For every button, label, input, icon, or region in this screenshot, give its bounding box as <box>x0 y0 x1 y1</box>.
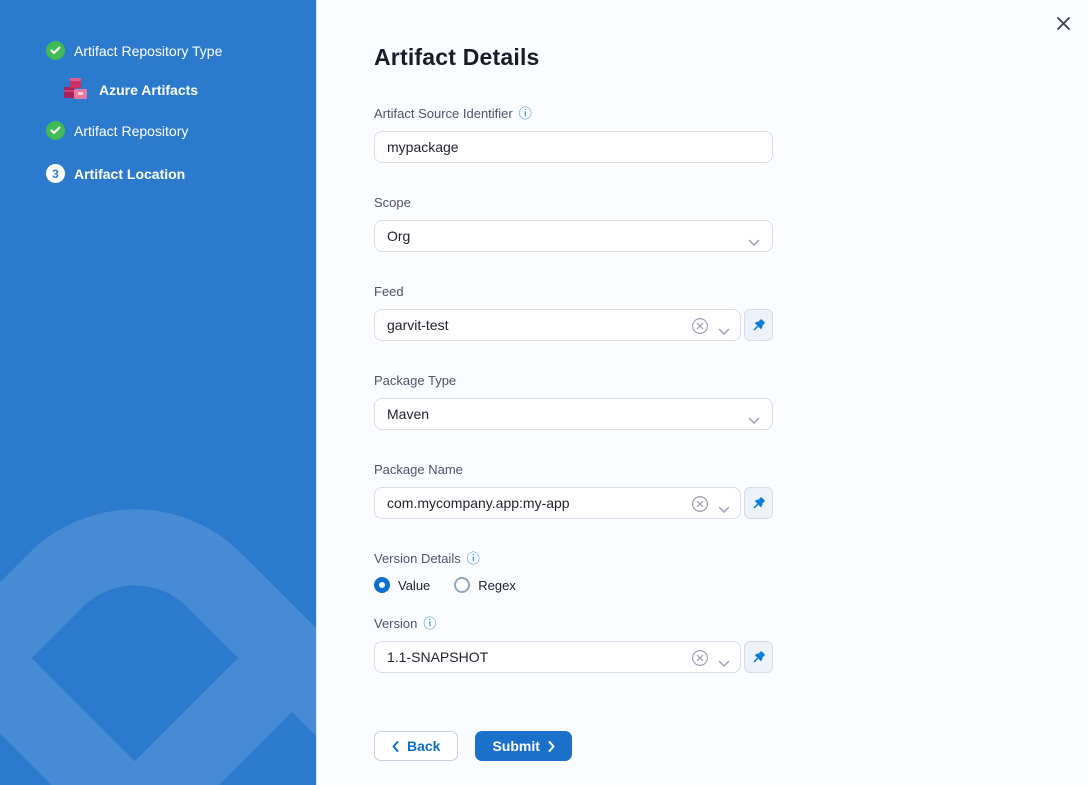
step-label: Azure Artifacts <box>99 82 198 98</box>
step-label: Artifact Location <box>74 166 185 182</box>
field-scope: Scope Org <box>374 194 773 252</box>
close-icon[interactable] <box>1052 12 1074 34</box>
field-feed: Feed garvit-test <box>374 283 773 341</box>
submit-button-label: Submit <box>492 738 539 754</box>
field-package-name: Package Name com.mycompany.app:my-app <box>374 461 773 519</box>
back-button[interactable]: Back <box>374 731 458 761</box>
version-value: 1.1-SNAPSHOT <box>387 649 488 665</box>
step-label: Artifact Repository Type <box>74 43 222 59</box>
page-title: Artifact Details <box>374 44 773 71</box>
chevron-down-icon[interactable] <box>718 655 730 671</box>
submit-button[interactable]: Submit <box>475 731 571 761</box>
sidebar-step-artifact-location[interactable]: 3 Artifact Location <box>46 164 316 183</box>
radio-label: Regex <box>478 578 516 593</box>
clear-icon[interactable] <box>691 495 709 516</box>
back-button-label: Back <box>407 738 440 754</box>
pin-runtime-input-button[interactable] <box>744 487 773 519</box>
pin-runtime-input-button[interactable] <box>744 309 773 341</box>
feed-combobox[interactable]: garvit-test <box>374 309 741 341</box>
step-label: Artifact Repository <box>74 123 188 139</box>
radio-regex[interactable]: Regex <box>454 577 516 593</box>
field-label: Package Type <box>374 372 456 389</box>
version-combobox[interactable]: 1.1-SNAPSHOT <box>374 641 741 673</box>
sidebar-item-azure-artifacts[interactable]: Azure Artifacts <box>63 77 316 102</box>
field-artifact-source-identifier: Artifact Source Identifier ⓘ <box>374 105 773 163</box>
field-label: Version Details <box>374 550 461 567</box>
field-label: Version <box>374 615 417 632</box>
pin-icon <box>751 318 766 333</box>
chevron-right-icon <box>548 741 555 752</box>
chevron-left-icon <box>392 741 399 752</box>
chevron-down-icon <box>748 412 760 428</box>
check-circle-icon <box>46 121 65 140</box>
field-version: Version ⓘ 1.1-SNAPSHOT <box>374 615 773 673</box>
azure-artifacts-icon <box>63 77 90 102</box>
scope-selected-value: Org <box>387 228 410 244</box>
pin-icon <box>751 650 766 665</box>
info-icon[interactable]: ⓘ <box>519 107 532 120</box>
package-type-selected-value: Maven <box>387 406 429 422</box>
radio-selected-icon <box>374 577 390 593</box>
pin-runtime-input-button[interactable] <box>744 641 773 673</box>
scope-select[interactable]: Org <box>374 220 773 252</box>
field-label: Artifact Source Identifier <box>374 105 513 122</box>
sidebar-step-artifact-repository[interactable]: Artifact Repository <box>46 121 316 140</box>
sidebar-step-artifact-repository-type[interactable]: Artifact Repository Type <box>46 41 316 60</box>
pin-icon <box>751 496 766 511</box>
chevron-down-icon <box>748 234 760 250</box>
clear-icon[interactable] <box>691 317 709 338</box>
chevron-down-icon[interactable] <box>718 323 730 339</box>
field-package-type: Package Type Maven <box>374 372 773 430</box>
info-icon[interactable]: ⓘ <box>423 617 436 630</box>
harness-logo-watermark <box>0 505 317 785</box>
check-circle-icon <box>46 41 65 60</box>
info-icon[interactable]: ⓘ <box>467 552 480 565</box>
field-label: Package Name <box>374 461 463 478</box>
package-name-combobox[interactable]: com.mycompany.app:my-app <box>374 487 741 519</box>
chevron-down-icon[interactable] <box>718 501 730 517</box>
form-actions: Back Submit <box>374 731 773 761</box>
artifact-details-panel: Artifact Details Artifact Source Identif… <box>317 0 1088 785</box>
radio-unselected-icon <box>454 577 470 593</box>
package-name-value: com.mycompany.app:my-app <box>387 495 570 511</box>
radio-value[interactable]: Value <box>374 577 430 593</box>
wizard-sidebar: Artifact Repository Type Azure Artifacts… <box>0 0 317 785</box>
field-label: Scope <box>374 194 411 211</box>
clear-icon[interactable] <box>691 649 709 670</box>
step-number-badge: 3 <box>46 164 65 183</box>
package-type-select[interactable]: Maven <box>374 398 773 430</box>
field-version-details: Version Details ⓘ Value Regex <box>374 550 773 593</box>
feed-value: garvit-test <box>387 317 448 333</box>
radio-label: Value <box>398 578 430 593</box>
artifact-source-identifier-input[interactable] <box>374 131 773 163</box>
field-label: Feed <box>374 283 404 300</box>
